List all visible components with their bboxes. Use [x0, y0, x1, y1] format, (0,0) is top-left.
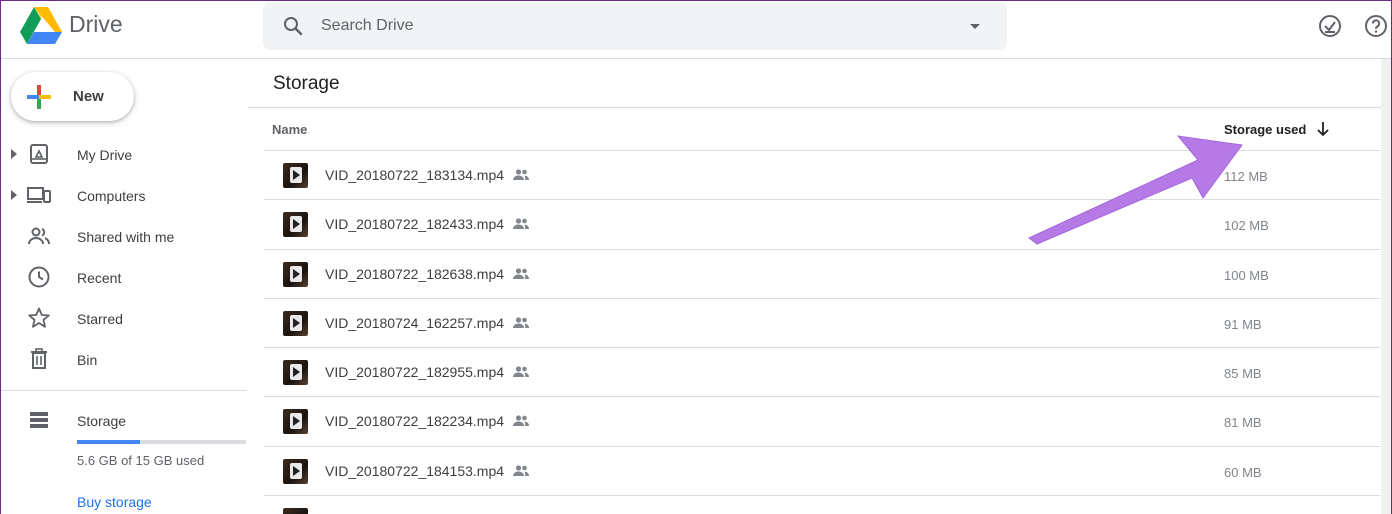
video-thumbnail-icon [283, 212, 308, 238]
shared-people-icon [513, 366, 529, 378]
sidebar-item-label: Shared with me [77, 229, 175, 245]
shared-people-icon [513, 465, 529, 476]
video-thumbnail-icon [283, 409, 308, 435]
shared-people-icon [513, 218, 529, 230]
storage-usage-text: 5.6 GB of 15 GB used [77, 453, 205, 468]
play-icon [290, 314, 302, 331]
sort-descending-arrow-icon[interactable] [1314, 120, 1332, 138]
play-icon [290, 265, 302, 282]
table-row[interactable] [264, 496, 1380, 514]
sidebar-item-label: Starred [77, 311, 123, 327]
sidebar-nav: My Drive Computers Shared with me Recent… [0, 134, 248, 380]
shared-with-me-icon [28, 227, 50, 245]
page-title: Storage [273, 73, 340, 94]
shared-people-icon [513, 169, 529, 180]
sidebar-item-label: Computers [77, 188, 146, 204]
expand-arrow-icon[interactable] [11, 149, 17, 159]
sidebar-item-label: Bin [77, 352, 98, 368]
file-name: VID_20180722_182234.mp4 [325, 413, 505, 430]
file-size: 91 MB [1224, 316, 1262, 332]
play-icon [290, 462, 302, 479]
sidebar-item-recent[interactable]: Recent [0, 257, 248, 298]
file-name: VID_20180722_183134.mp4 [325, 167, 505, 183]
play-icon [290, 364, 302, 381]
buy-storage-link[interactable]: Buy storage [77, 494, 152, 510]
shared-people-icon [513, 267, 529, 279]
sidebar-item-computers[interactable]: Computers [0, 175, 248, 216]
file-size: 60 MB [1224, 464, 1262, 480]
video-thumbnail-icon [283, 163, 308, 188]
sidebar-item-label: Recent [77, 270, 122, 286]
storage-icon [30, 412, 48, 428]
table-row[interactable]: VID_20180724_162257.mp4 91 MB [264, 299, 1380, 349]
computers-icon [27, 187, 51, 203]
storage-usage-fill [77, 440, 141, 444]
search-icon[interactable] [281, 14, 305, 38]
search-input[interactable] [321, 14, 921, 38]
app-title: Drive [69, 11, 123, 37]
sidebar-item-bin[interactable]: Bin [0, 339, 248, 380]
sidebar-item-storage[interactable]: Storage [77, 413, 126, 429]
play-icon [290, 167, 302, 183]
shared-people-icon [513, 415, 529, 427]
file-name: VID_20180722_182955.mp4 [325, 364, 505, 381]
trash-icon [31, 348, 47, 369]
storage-usage-bar [77, 440, 246, 444]
file-name: VID_20180722_182433.mp4 [325, 216, 505, 233]
sidebar-item-label: My Drive [77, 147, 133, 163]
star-icon [28, 307, 50, 328]
search-bar[interactable] [263, 2, 1007, 50]
expand-arrow-icon[interactable] [11, 190, 17, 200]
sidebar-divider [0, 390, 247, 391]
sidebar-item-my-drive[interactable]: My Drive [0, 134, 248, 175]
video-thumbnail-icon [283, 458, 308, 484]
file-size: 102 MB [1224, 218, 1269, 234]
plus-icon [27, 85, 51, 109]
video-thumbnail-icon [283, 360, 308, 386]
file-size: 85 MB [1224, 366, 1262, 382]
offline-ready-icon[interactable] [1317, 13, 1343, 39]
file-name: VID_20180722_182638.mp4 [325, 265, 505, 282]
video-thumbnail-icon [283, 508, 308, 514]
file-list: VID_20180722_183134.mp4 112 MB VID_2018072… [264, 151, 1380, 514]
play-icon [290, 413, 302, 430]
table-row[interactable]: VID_20180722_182433.mp4 102 MB [264, 200, 1380, 250]
shared-people-icon [513, 317, 529, 328]
video-thumbnail-icon [283, 261, 308, 287]
table-row[interactable]: VID_20180722_182234.mp4 81 MB [264, 397, 1380, 447]
table-row[interactable]: VID_20180722_184153.mp4 60 MB [264, 447, 1380, 497]
column-header-name[interactable]: Name [272, 122, 307, 137]
scrollbar[interactable] [1381, 59, 1392, 514]
file-name: VID_20180724_162257.mp4 [325, 314, 505, 331]
play-icon [290, 216, 302, 233]
file-size: 100 MB [1224, 267, 1269, 283]
drive-logo-icon[interactable] [20, 7, 62, 45]
file-size: 112 MB [1224, 169, 1268, 184]
table-row[interactable]: VID_20180722_182638.mp4 100 MB [264, 250, 1380, 299]
sidebar-item-starred[interactable]: Starred [0, 298, 248, 339]
file-name: VID_20180722_184153.mp4 [325, 462, 505, 479]
table-header: Name Storage used [264, 108, 1380, 151]
new-button[interactable]: New [11, 72, 134, 121]
search-options-dropdown-icon[interactable] [963, 14, 987, 38]
my-drive-icon [30, 144, 48, 164]
sidebar-item-shared-with-me[interactable]: Shared with me [0, 216, 248, 257]
top-bar: Drive [0, 0, 1392, 59]
file-size: 81 MB [1224, 415, 1262, 431]
table-row[interactable]: VID_20180722_183134.mp4 112 MB [264, 151, 1380, 201]
column-header-storage-used[interactable]: Storage used [1224, 122, 1306, 137]
table-row[interactable]: VID_20180722_182955.mp4 85 MB [264, 348, 1380, 398]
clock-icon [28, 266, 50, 288]
help-icon[interactable] [1363, 13, 1389, 39]
new-button-label: New [73, 88, 104, 105]
video-thumbnail-icon [283, 310, 308, 336]
